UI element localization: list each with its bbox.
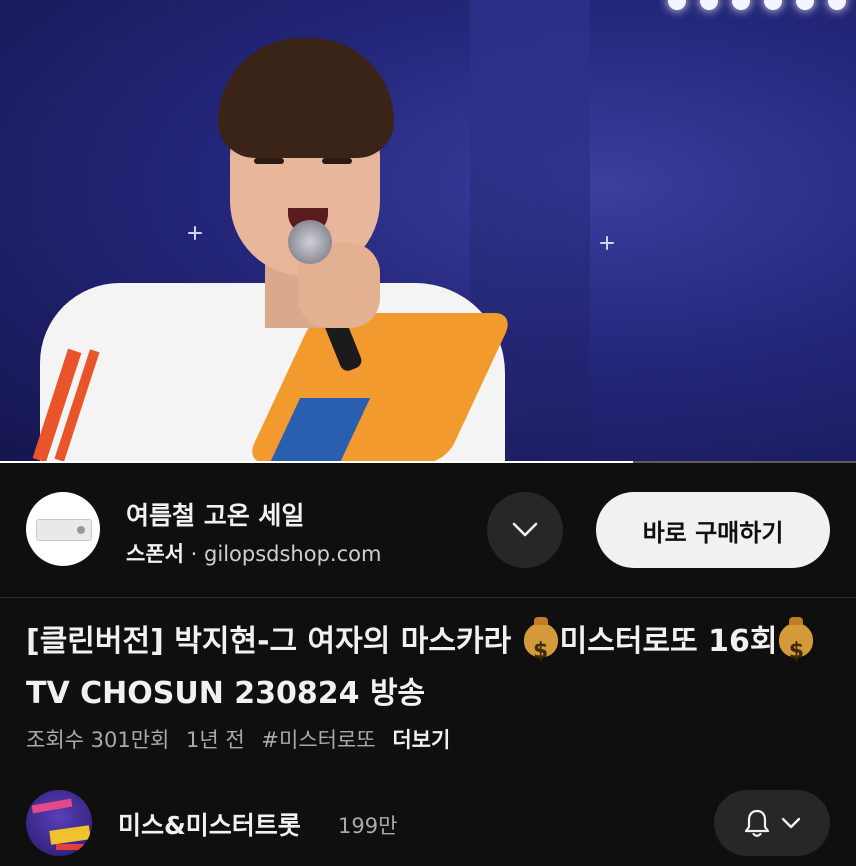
video-title-part: 미스터로또 16회 [559,624,778,659]
bell-icon [744,809,770,837]
more-button[interactable]: 더보기 [392,728,450,752]
ad-title[interactable]: 여름철 고온 세일 [126,496,304,532]
upload-age: 1년 전 [186,728,245,752]
video-progress-fill [0,461,634,463]
ad-thumbnail[interactable] [26,492,100,566]
channel-name[interactable]: 미스&미스터트롯 [118,806,301,842]
video-frame-singer [32,38,515,463]
ad-subtitle: 스폰서 · gilopsdshop.com [126,538,381,568]
ad-domain: gilopsdshop.com [204,542,382,566]
buy-now-button[interactable]: 바로 구매하기 [596,492,830,568]
hashtag-link[interactable]: #미스터로또 [261,728,375,752]
money-bag-icon [523,617,558,678]
channel-avatar[interactable] [26,790,92,856]
subscriber-count: 199만 [338,814,398,838]
ad-expand-button[interactable] [487,492,563,568]
video-title[interactable]: [클린버전] 박지현-그 여자의 마스카라 미스터로또 16회 TV CHOSU… [26,616,836,720]
subscription-notification-button[interactable] [714,790,830,856]
divider [0,597,856,598]
video-progress-bar[interactable] [0,461,856,463]
video-title-part: TV CHOSUN 230824 방송 [26,676,426,711]
separator-dot: · [190,542,198,566]
chevron-down-icon [781,817,801,829]
microphone-icon [288,220,332,264]
stage-lights [668,0,846,10]
chevron-down-icon [512,522,538,537]
video-player[interactable] [0,0,856,463]
sponsor-label: 스폰서 [126,542,184,566]
video-meta[interactable]: 조회수 301만회 1년 전 #미스터로또 더보기 [26,724,460,754]
video-title-part: [클린버전] 박지현-그 여자의 마스카라 [26,624,522,659]
view-count: 조회수 301만회 [26,728,170,752]
sparkle-icon [600,236,608,250]
money-bag-icon [779,617,814,678]
sponsored-ad[interactable]: 여름철 고온 세일 스폰서 · gilopsdshop.com 바로 구매하기 [0,464,856,598]
